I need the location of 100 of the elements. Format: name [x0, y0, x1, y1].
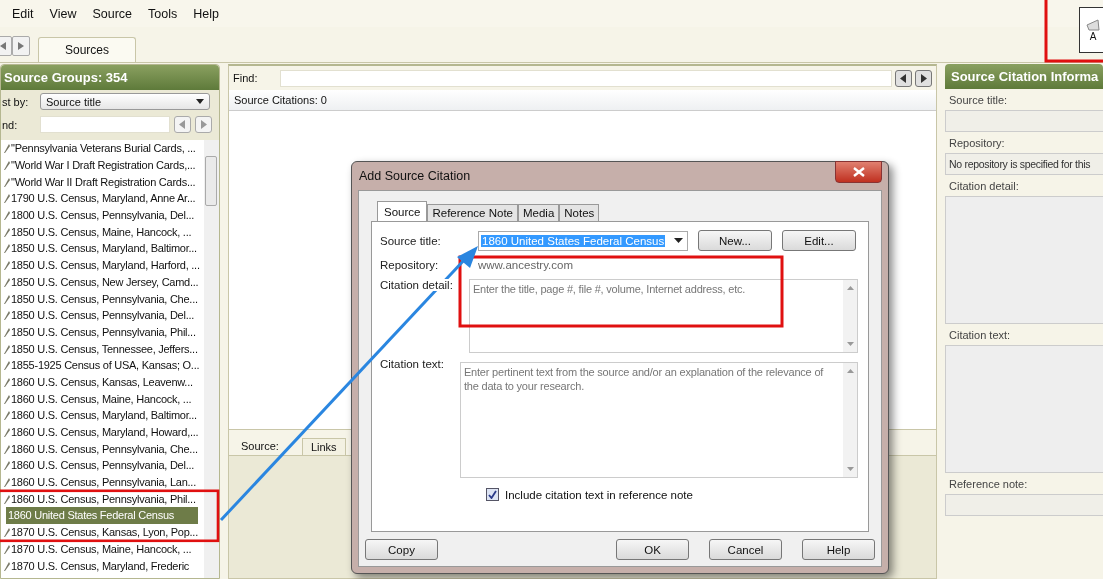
- quill-icon: [4, 142, 10, 155]
- field-label: Citation detail:: [949, 180, 1020, 192]
- field-label: Citation text:: [380, 358, 444, 370]
- source-list-item[interactable]: 1870 U.S. Census, Maryland, Frederic: [1, 557, 204, 574]
- field-label: nd:: [1, 118, 19, 131]
- scroll-up-icon[interactable]: [846, 369, 854, 373]
- source-list-item[interactable]: 1850 U.S. Census, New Jersey, Camd...: [1, 273, 204, 291]
- quill-icon: [4, 192, 10, 205]
- quill-icon: [4, 309, 10, 322]
- source-list-item[interactable]: 1850 U.S. Census, Pennsylvania, Phil...: [1, 323, 204, 341]
- source-list-item[interactable]: 1860 U.S. Census, Kansas, Leavenw...: [1, 373, 204, 391]
- detail-tab[interactable]: Links: [301, 438, 346, 455]
- copy-button[interactable]: Copy: [365, 539, 438, 560]
- source-list-item[interactable]: 1860 United States Federal Census: [6, 507, 198, 524]
- field-label: Repository:: [380, 259, 440, 271]
- source-list-item[interactable]: 1870 U.S. Census, Maine, Hancock, ...: [1, 540, 204, 558]
- right-triangle-icon: [17, 41, 25, 51]
- close-icon: [852, 167, 865, 177]
- view-tab[interactable]: Sources: [38, 37, 136, 62]
- dialog-title: Add Source Citation: [359, 169, 471, 183]
- menu-item[interactable]: Help: [185, 6, 227, 21]
- left-triangle-icon: [0, 41, 7, 51]
- caret-icon: [674, 238, 683, 243]
- quill-icon: [4, 259, 10, 272]
- source-list-item[interactable]: 1860 U.S. Census, Maryland, Baltimor...: [1, 407, 204, 424]
- dialog-tab[interactable]: Source: [377, 201, 428, 221]
- dialog-tab[interactable]: Reference Note: [427, 204, 518, 221]
- list-header: Source Citations: 0: [234, 94, 327, 106]
- dialog-tab[interactable]: Notes: [559, 204, 600, 221]
- panel-header: Source Groups: 354: [1, 65, 219, 90]
- field-label: Source title:: [380, 234, 442, 247]
- text-area[interactable]: [945, 345, 1103, 473]
- repository-value: www.ancestry.com: [478, 258, 573, 273]
- edit-button[interactable]: Edit...: [782, 230, 856, 251]
- source-list-item[interactable]: 1800 U.S. Census, Pennsylvania, Del...: [1, 206, 204, 224]
- source-list-item[interactable]: 1855-1925 Census of USA, Kansas; O...: [1, 356, 204, 374]
- source-list-item[interactable]: 1860 U.S. Census, Pennsylvania, Che...: [1, 440, 204, 458]
- dialog-button[interactable]: Cancel: [709, 539, 782, 560]
- field-label: Repository:: [949, 137, 1006, 149]
- source-list-item[interactable]: 1860 U.S. Census, Pennsylvania, Phil...: [1, 490, 204, 508]
- source-list-item[interactable]: "Pennsylvania Veterans Burial Cards, ...: [1, 140, 204, 157]
- field-label: Find:: [233, 72, 258, 84]
- source-list-item[interactable]: 1790 U.S. Census, Maryland, Anne Ar...: [1, 190, 204, 207]
- menu-item[interactable]: Tools: [140, 6, 186, 21]
- forward-button[interactable]: [12, 36, 30, 56]
- field-label: Citation text:: [949, 329, 1012, 341]
- highlight-frame: [1044, 0, 1103, 63]
- find-field[interactable]: [280, 69, 892, 87]
- citation-detail-field[interactable]: Enter the title, page #, file #, volume, Internet address, etc.: [468, 279, 858, 353]
- citation-text-field[interactable]: Enter pertinent text from the source and/or an explanation of the relevance of the data to your research.: [459, 362, 858, 478]
- source-list-item[interactable]: 1860 U.S. Census, Maine, Hancock, ...: [1, 390, 204, 407]
- source-list-item[interactable]: 1850 U.S. Census, Maryland, Baltimor...: [1, 240, 204, 257]
- field-label: Source title:: [949, 94, 1009, 106]
- source-list-item[interactable]: 1860 U.S. Census, Pennsylvania, Del...: [1, 457, 204, 474]
- next-button[interactable]: [915, 69, 932, 87]
- new-button[interactable]: New...: [698, 230, 772, 251]
- source-list-item[interactable]: 1850 U.S. Census, Tennessee, Jeffers...: [1, 340, 204, 357]
- field-label: Citation detail:: [380, 279, 453, 291]
- scrollbar[interactable]: [204, 140, 219, 578]
- paper-icon: [1086, 18, 1100, 31]
- previous-button[interactable]: [895, 69, 912, 87]
- source-list-item[interactable]: "World War I Draft Registration Cards,...: [1, 156, 204, 174]
- text-field[interactable]: [945, 494, 1103, 516]
- menu-item[interactable]: Edit: [4, 6, 42, 21]
- source-list-item[interactable]: 1860 U.S. Census, Pennsylvania, Lan...: [1, 473, 204, 491]
- source-list-item[interactable]: 1850 U.S. Census, Maine, Hancock, ...: [1, 223, 204, 241]
- quill-icon: [4, 526, 10, 539]
- scroll-down-icon[interactable]: [846, 342, 854, 346]
- source-list-item[interactable]: 1860 U.S. Census, Maryland, Howard,...: [1, 423, 204, 441]
- field-label: st by:: [1, 95, 30, 108]
- quill-icon: [4, 242, 10, 255]
- sort-dropdown[interactable]: Source title: [40, 93, 210, 110]
- dialog-button[interactable]: OK: [616, 539, 689, 560]
- source-list-item[interactable]: 1850 U.S. Census, Pennsylvania, Del...: [1, 306, 204, 324]
- field-label: Reference note:: [949, 478, 1029, 490]
- dialog-button[interactable]: Help: [802, 539, 875, 560]
- source-list-item[interactable]: 1850 U.S. Census, Pennsylvania, Che...: [1, 290, 204, 307]
- left-triangle-icon: [900, 73, 907, 83]
- source-list-item[interactable]: "World War II Draft Registration Cards...: [1, 173, 204, 191]
- scroll-up-icon[interactable]: [846, 286, 854, 290]
- menu-item[interactable]: Source: [84, 6, 141, 21]
- dialog-tab[interactable]: Media: [518, 204, 560, 221]
- close-button[interactable]: [835, 161, 882, 183]
- checkbox[interactable]: [486, 488, 499, 501]
- source-list-item[interactable]: 1870 U.S. Census, Kansas, Lyon, Pop...: [1, 523, 204, 541]
- text-area[interactable]: [945, 196, 1103, 324]
- left-triangle-icon: [179, 120, 186, 129]
- text-field[interactable]: [945, 110, 1103, 132]
- quill-icon: [4, 476, 10, 489]
- quill-icon: [4, 359, 10, 372]
- detail-tab[interactable]: Source:: [233, 438, 287, 455]
- toolbar-button[interactable]: A: [1079, 7, 1103, 53]
- scroll-down-icon[interactable]: [846, 467, 854, 471]
- find-field[interactable]: [40, 116, 170, 133]
- menu-item[interactable]: View: [41, 6, 85, 21]
- right-triangle-icon: [920, 73, 927, 83]
- text-field[interactable]: No repository is specified for this: [945, 153, 1103, 175]
- quill-icon: [4, 159, 10, 172]
- source-list-item[interactable]: 1850 U.S. Census, Maryland, Harford, ...: [1, 256, 204, 274]
- quill-icon: [4, 459, 10, 472]
